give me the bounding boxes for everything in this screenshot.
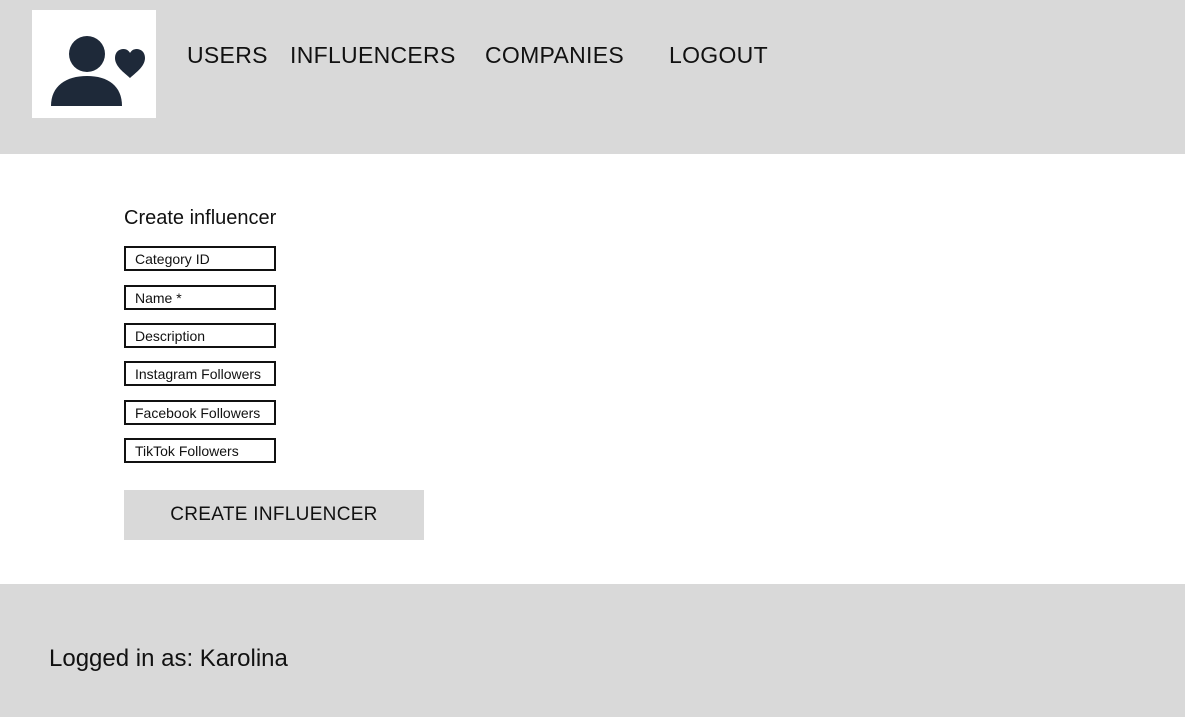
- page: USERS INFLUENCERS COMPANIES LOGOUT Creat…: [0, 0, 1185, 717]
- user-heart-icon: [51, 36, 145, 106]
- instagram-followers-input[interactable]: [124, 361, 276, 386]
- create-influencer-button[interactable]: CREATE INFLUENCER: [124, 490, 424, 540]
- nav-logout[interactable]: LOGOUT: [669, 40, 768, 70]
- nav-companies[interactable]: COMPANIES: [485, 40, 624, 70]
- description-input[interactable]: [124, 323, 276, 348]
- category-id-input[interactable]: [124, 246, 276, 271]
- footer: Logged in as: Karolina: [0, 584, 1185, 717]
- facebook-followers-input[interactable]: [124, 400, 276, 425]
- name-input[interactable]: [124, 285, 276, 310]
- logo[interactable]: [32, 10, 156, 118]
- nav-users[interactable]: USERS: [187, 40, 268, 70]
- main-content: Create influencer CREATE INFLUENCER: [0, 154, 1185, 584]
- form-title: Create influencer: [124, 207, 277, 229]
- tiktok-followers-input[interactable]: [124, 438, 276, 463]
- header: USERS INFLUENCERS COMPANIES LOGOUT: [0, 0, 1185, 154]
- logged-in-status: Logged in as: Karolina: [49, 645, 288, 672]
- nav-influencers[interactable]: INFLUENCERS: [290, 40, 456, 70]
